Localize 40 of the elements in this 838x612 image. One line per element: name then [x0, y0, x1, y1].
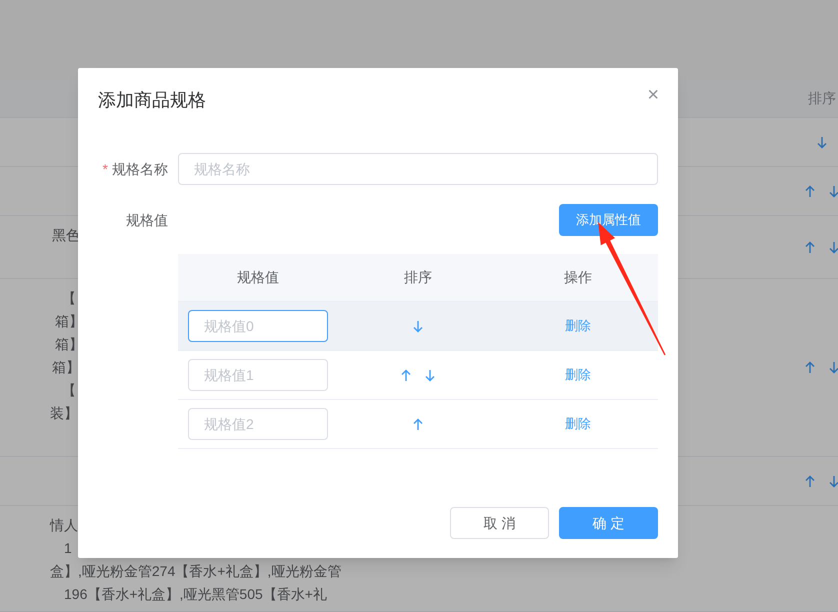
value-input[interactable]: 规格值0 — [188, 310, 328, 342]
arrow-up-icon[interactable] — [401, 368, 411, 382]
arrow-down-icon[interactable] — [817, 136, 827, 148]
dialog-title: 添加商品规格 — [98, 89, 207, 112]
arrow-up-icon[interactable] — [805, 184, 815, 198]
cell-text: 1 — [64, 539, 72, 558]
column-header: 操作 — [564, 268, 592, 287]
field-label: 规格名称 — [112, 160, 168, 178]
arrow-down-icon[interactable] — [829, 361, 838, 374]
arrow-down-icon[interactable] — [829, 240, 838, 254]
column-header: 排序 — [404, 268, 432, 287]
required-mark: * — [102, 160, 108, 178]
cell-text: 情人 — [50, 516, 78, 535]
cell-text: 【 — [62, 381, 76, 400]
arrow-down-icon[interactable] — [829, 184, 838, 198]
cell-text: 【 — [62, 289, 76, 308]
arrow-up-icon[interactable] — [805, 240, 815, 254]
field-label: 规格值 — [125, 210, 168, 230]
confirm-button[interactable]: 确 定 — [559, 507, 658, 539]
delete-link[interactable]: 删除 — [565, 316, 591, 336]
arrow-up-icon[interactable] — [805, 474, 815, 488]
add-value-button[interactable]: 添加属性值 — [559, 204, 658, 236]
cancel-button[interactable]: 取 消 — [450, 507, 549, 539]
cell-text: 箱】 — [55, 312, 83, 331]
cell-text: 盒】,哑光粉金管274【香水+礼盒】,哑光粉金管 — [50, 562, 342, 581]
column-header: 排序 — [808, 89, 836, 108]
cell-text: 箱】 — [52, 358, 80, 377]
arrow-up-icon[interactable] — [805, 361, 815, 374]
arrow-down-icon[interactable] — [413, 320, 423, 332]
delete-link[interactable]: 删除 — [565, 365, 591, 385]
cell-text: 196【香水+礼盒】,哑光黑管505【香水+礼 — [64, 585, 327, 604]
arrow-down-icon[interactable] — [829, 474, 838, 488]
cell-text: 箱】 — [55, 335, 83, 354]
arrow-down-icon[interactable] — [425, 368, 435, 382]
column-header: 规格值 — [237, 268, 279, 287]
delete-link[interactable]: 删除 — [565, 414, 591, 434]
close-button[interactable]: × — [647, 85, 659, 105]
cell-text: 装】 — [50, 404, 78, 423]
name-input[interactable]: 规格名称 — [178, 153, 658, 185]
arrow-up-icon[interactable] — [413, 418, 423, 430]
